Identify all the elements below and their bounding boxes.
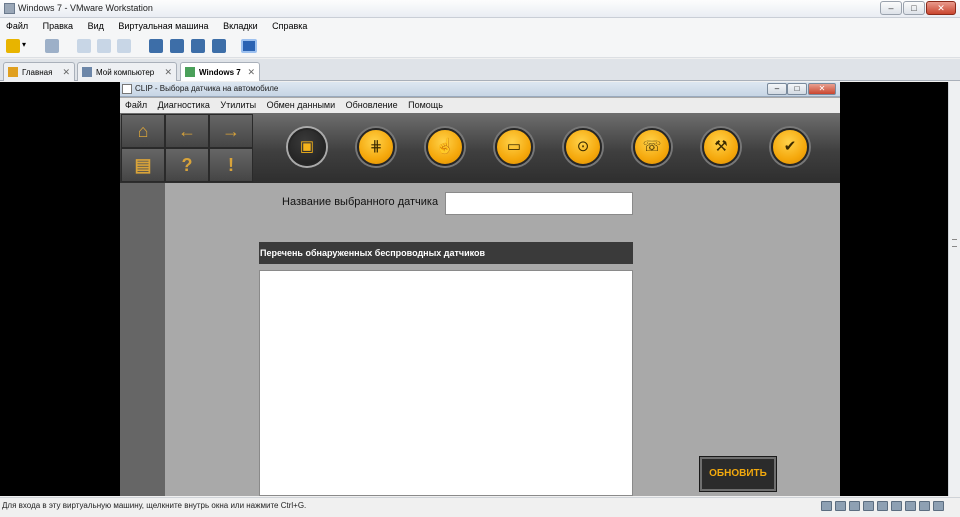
host-tabbar: Главная ✕ Мой компьютер ✕ Windows 7 ✕ — [0, 59, 960, 81]
vertical-scrollbar[interactable] — [948, 82, 960, 496]
clip-window: CLIP - Выбора датчика на автомобиле – □ … — [120, 82, 840, 496]
host-statusbar: Для входа в эту виртуальную машину, щелк… — [0, 497, 960, 517]
tab-label: Главная — [22, 68, 53, 77]
chevron-down-icon[interactable]: ▾ — [22, 40, 30, 54]
car-check-icon[interactable]: ✔ — [771, 128, 809, 166]
touch-icon[interactable]: ☝ — [426, 128, 464, 166]
clip-menu-diagnostics[interactable]: Диагностика — [153, 98, 213, 110]
menu-vm[interactable]: Виртуальная машина — [112, 18, 214, 31]
close-tab-icon[interactable]: ✕ — [62, 67, 70, 78]
menu-view[interactable]: Вид — [82, 18, 110, 31]
clip-close-button[interactable]: ✕ — [808, 83, 836, 95]
snapshot-manager-icon[interactable] — [117, 39, 131, 53]
help-icon[interactable]: ? — [165, 148, 209, 182]
print-icon[interactable]: ▤ — [121, 148, 165, 182]
clip-menubar: Файл Диагностика Утилиты Обмен данными О… — [120, 98, 840, 113]
close-button[interactable]: ✕ — [926, 1, 956, 15]
sound-icon[interactable] — [891, 501, 902, 511]
floppy-icon[interactable] — [849, 501, 860, 511]
unity-icon[interactable] — [212, 39, 226, 53]
home-icon[interactable]: ⌂ — [121, 114, 165, 148]
message-icon[interactable] — [933, 501, 944, 511]
car-sensor-icon[interactable]: ▣ — [288, 128, 326, 166]
minimize-button[interactable]: – — [880, 1, 902, 15]
status-text: Для входа в эту виртуальную машину, щелк… — [2, 501, 307, 510]
power-icon[interactable] — [6, 39, 20, 53]
sidebar-toggle-icon[interactable] — [149, 39, 163, 53]
host-toolbar: ▾ — [0, 36, 960, 58]
refresh-button[interactable]: ОБНОВИТЬ — [699, 456, 777, 492]
clip-menu-data-exchange[interactable]: Обмен данными — [262, 98, 339, 110]
clip-titlebar: CLIP - Выбора датчика на автомобиле – □ … — [120, 82, 840, 97]
host-titlebar: Windows 7 - VMware Workstation – □ ✕ — [0, 0, 960, 18]
vm-icon — [185, 67, 195, 77]
hdd-icon[interactable] — [821, 501, 832, 511]
stretch-guest-icon[interactable] — [241, 39, 257, 53]
clip-maximize-button[interactable]: □ — [787, 83, 807, 95]
clip-menu-help[interactable]: Помощь — [403, 98, 446, 110]
network-icon[interactable] — [863, 501, 874, 511]
sensor-list[interactable] — [259, 270, 633, 496]
usb-icon[interactable] — [877, 501, 888, 511]
host-title: Windows 7 - VMware Workstation — [18, 3, 153, 13]
computer-icon — [82, 67, 92, 77]
clip-toolbar: ⌂ ← → ▤ ? ! ▣ ⋕ ☝ ▭ ⊙ ☏ ⚒ ✔ — [120, 113, 840, 183]
vmware-app-icon — [4, 3, 15, 14]
selected-sensor-field[interactable] — [445, 192, 633, 215]
clip-sidebar — [120, 183, 165, 496]
clip-app-icon — [122, 84, 132, 94]
display-icon[interactable] — [919, 501, 930, 511]
clip-minimize-button[interactable]: – — [767, 83, 787, 95]
tab-home[interactable]: Главная ✕ — [3, 62, 75, 81]
snapshot-icon[interactable] — [77, 39, 91, 53]
maximize-button[interactable]: □ — [903, 1, 925, 15]
menu-file[interactable]: Файл — [0, 18, 34, 31]
revert-snapshot-icon[interactable] — [97, 39, 111, 53]
selected-sensor-label: Название выбранного датчика — [282, 196, 439, 208]
console-view-icon[interactable] — [170, 39, 184, 53]
card-icon[interactable]: ▭ — [495, 128, 533, 166]
nav-grid: ⌂ ← → ▤ ? ! — [120, 113, 255, 183]
tab-label: Мой компьютер — [96, 68, 155, 77]
phone-icon[interactable]: ☏ — [633, 128, 671, 166]
clip-menu-update[interactable]: Обновление — [341, 98, 401, 110]
gearbox-icon[interactable]: ⋕ — [357, 128, 395, 166]
wrench-icon[interactable]: ⚒ — [702, 128, 740, 166]
tab-windows-7[interactable]: Windows 7 ✕ — [180, 62, 260, 81]
menu-edit[interactable]: Правка — [37, 18, 79, 31]
home-icon — [8, 67, 18, 77]
tab-label: Windows 7 — [199, 68, 241, 77]
printer-icon[interactable] — [905, 501, 916, 511]
menu-tabs[interactable]: Вкладки — [217, 18, 264, 31]
clip-title: CLIP - Выбора датчика на автомобиле — [135, 84, 279, 93]
scroll-grip-icon[interactable] — [952, 239, 957, 247]
forward-arrow-icon[interactable]: → — [209, 114, 253, 148]
vmware-window: Windows 7 - VMware Workstation – □ ✕ Фай… — [0, 0, 960, 517]
search-car-icon[interactable]: ⊙ — [564, 128, 602, 166]
clip-menu-file[interactable]: Файл — [120, 98, 150, 110]
host-menubar: Файл Правка Вид Виртуальная машина Вклад… — [0, 18, 960, 36]
tab-my-computer[interactable]: Мой компьютер ✕ — [77, 62, 177, 81]
fullscreen-icon[interactable] — [191, 39, 205, 53]
cd-icon[interactable] — [835, 501, 846, 511]
clip-menu-utilities[interactable]: Утилиты — [215, 98, 259, 110]
vehicle-alert-icon[interactable]: ! — [209, 148, 253, 182]
send-keys-icon[interactable] — [45, 39, 59, 53]
back-arrow-icon[interactable]: ← — [165, 114, 209, 148]
sensor-list-header: Перечень обнаруженных беспроводных датчи… — [259, 242, 633, 264]
menu-help[interactable]: Справка — [266, 18, 313, 31]
close-tab-icon[interactable]: ✕ — [164, 67, 172, 78]
close-tab-icon[interactable]: ✕ — [247, 67, 255, 78]
